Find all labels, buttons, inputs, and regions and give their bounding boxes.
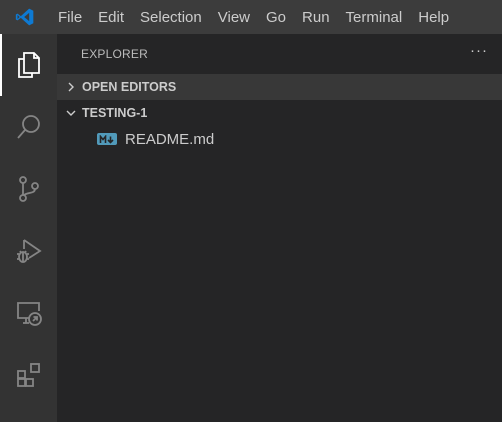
vscode-logo-icon <box>0 0 50 34</box>
source-control-icon <box>18 176 39 202</box>
markdown-file-icon <box>97 133 117 145</box>
activity-explorer[interactable] <box>0 34 57 96</box>
run-debug-icon <box>16 239 42 263</box>
activity-source-control[interactable] <box>0 158 57 220</box>
menu-help[interactable]: Help <box>410 0 457 34</box>
chevron-right-icon <box>61 77 81 97</box>
explorer-header: EXPLORER ··· <box>57 34 502 74</box>
activity-search[interactable] <box>0 96 57 158</box>
files-icon <box>17 52 40 78</box>
section-label: OPEN EDITORS <box>82 80 177 94</box>
more-actions-icon[interactable]: ··· <box>470 43 488 62</box>
activity-bar <box>0 34 57 422</box>
section-label: TESTING-1 <box>82 106 148 120</box>
title-bar: File Edit Selection View Go Run Terminal… <box>0 0 502 34</box>
menu-edit[interactable]: Edit <box>90 0 132 34</box>
extensions-icon <box>16 363 40 387</box>
section-open-editors[interactable]: OPEN EDITORS <box>57 74 502 100</box>
explorer-sidebar: EXPLORER ··· OPEN EDITORS TESTING-1 READ… <box>57 34 502 422</box>
chevron-down-icon <box>61 103 81 123</box>
file-item-readme[interactable]: README.md <box>57 126 502 152</box>
explorer-title: EXPLORER <box>81 47 148 61</box>
remote-explorer-icon <box>16 302 42 326</box>
activity-run-debug[interactable] <box>0 220 57 282</box>
menu-file[interactable]: File <box>50 0 90 34</box>
menu-run[interactable]: Run <box>294 0 338 34</box>
file-name: README.md <box>125 130 215 148</box>
menu-bar: File Edit Selection View Go Run Terminal… <box>50 0 457 34</box>
section-workspace[interactable]: TESTING-1 <box>57 100 502 126</box>
search-icon <box>16 115 40 139</box>
activity-extensions[interactable] <box>0 344 57 406</box>
menu-terminal[interactable]: Terminal <box>338 0 411 34</box>
menu-go[interactable]: Go <box>258 0 294 34</box>
activity-remote-explorer[interactable] <box>0 282 57 344</box>
menu-view[interactable]: View <box>210 0 258 34</box>
menu-selection[interactable]: Selection <box>132 0 210 34</box>
